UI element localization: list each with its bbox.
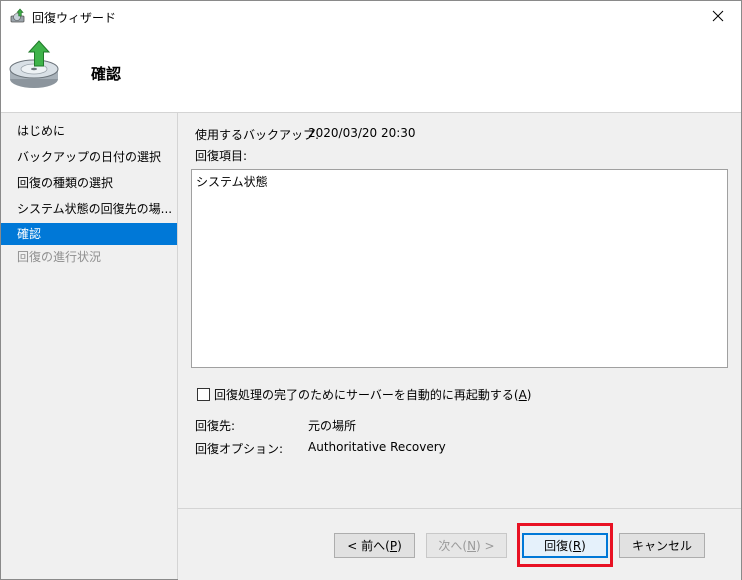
step-confirmation[interactable]: 確認 <box>1 223 177 245</box>
backup-value: 2020/03/20 20:30 <box>308 126 416 140</box>
confirmation-panel: 使用するバックアップ: 2020/03/20 20:30 回復項目: システム状… <box>178 113 741 508</box>
backup-disk-icon <box>9 40 59 88</box>
backup-label: 使用するバックアップ: <box>195 128 320 142</box>
recovery-item: システム状態 <box>196 175 268 189</box>
wizard-header: 確認 <box>1 31 741 113</box>
step-getting-started[interactable]: はじめに <box>1 120 177 142</box>
restart-checkbox-label[interactable]: 回復処理の完了のためにサーバーを自動的に再起動する(A) <box>214 386 531 403</box>
window-title: 回復ウィザード <box>32 11 117 25</box>
step-system-state-location[interactable]: システム状態の回復先の場... <box>1 198 177 220</box>
recovery-wizard-window: 回復ウィザード 確認 はじめに バックアップの日付の選択 回復の種類の選択 シス… <box>0 0 742 580</box>
recovery-items-label: 回復項目: <box>195 149 248 163</box>
back-button[interactable]: < 前へ(P) <box>334 533 415 558</box>
recovery-options-value: Authoritative Recovery <box>308 440 446 454</box>
restart-checkbox[interactable] <box>197 388 210 401</box>
wizard-app-icon <box>10 8 25 23</box>
close-button[interactable] <box>695 1 741 31</box>
recovery-items-box[interactable]: システム状態 <box>191 169 728 368</box>
wizard-footer: < 前へ(P) 次へ(N) > 回復(R) キャンセル <box>178 508 741 580</box>
wizard-step-list: はじめに バックアップの日付の選択 回復の種類の選択 システム状態の回復先の場.… <box>1 113 178 579</box>
step-select-recovery-type[interactable]: 回復の種類の選択 <box>1 172 177 194</box>
step-recovery-progress: 回復の進行状況 <box>17 250 102 264</box>
destination-label: 回復先: <box>195 419 236 433</box>
next-button[interactable]: 次へ(N) > <box>426 533 507 558</box>
step-select-backup-date[interactable]: バックアップの日付の選択 <box>1 146 177 168</box>
recover-button[interactable]: 回復(R) <box>522 533 608 558</box>
cancel-button[interactable]: キャンセル <box>619 533 705 558</box>
page-title: 確認 <box>91 65 122 83</box>
destination-value: 元の場所 <box>308 419 357 433</box>
close-icon <box>712 10 724 22</box>
title-bar: 回復ウィザード <box>1 1 741 31</box>
recovery-options-label: 回復オプション: <box>195 442 284 456</box>
